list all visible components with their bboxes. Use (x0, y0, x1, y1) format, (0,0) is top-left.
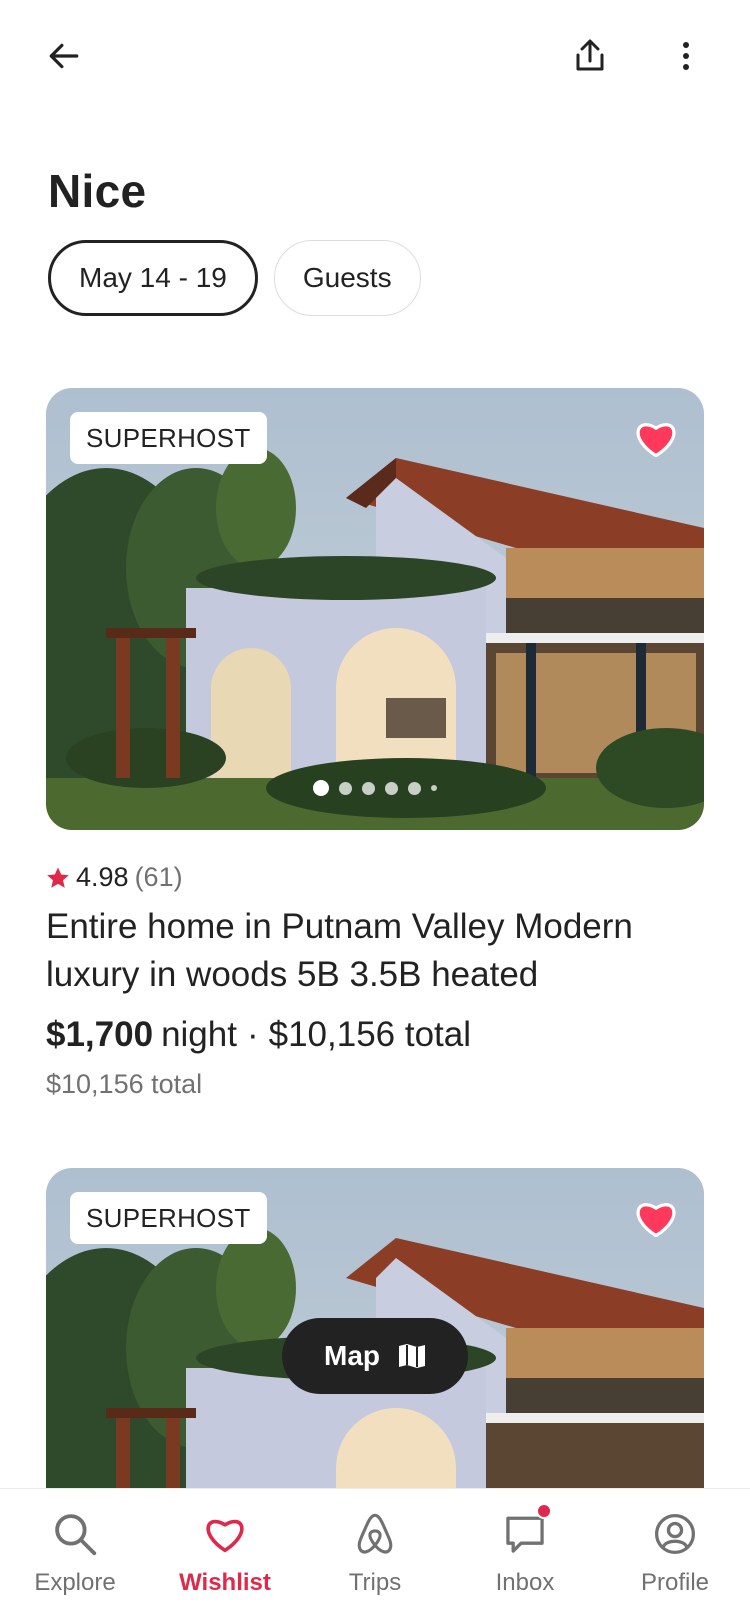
wishlist-heart-button[interactable] (632, 1194, 680, 1242)
arrow-left-icon (49, 43, 79, 69)
star-icon (46, 866, 70, 890)
rating-value: 4.98 (76, 862, 129, 892)
map-button[interactable]: Map (282, 1318, 468, 1394)
notification-dot (536, 1503, 552, 1519)
search-icon (55, 1514, 97, 1556)
bottom-tab-bar: Explore Wishlist Trips Inbox Profile (0, 1488, 750, 1624)
rating-row: 4.98 (61) (46, 862, 704, 893)
page-title: Nice (48, 165, 147, 217)
map-icon (399, 1344, 425, 1368)
tab-label: Inbox (495, 1569, 555, 1596)
tab-label: Explore (34, 1569, 116, 1596)
filter-chips: May 14 - 19 Guests (48, 240, 421, 316)
heart-icon (206, 1519, 244, 1553)
pagination-dot (431, 785, 437, 791)
price-unit: night (161, 1015, 237, 1054)
more-vertical-icon (683, 42, 689, 70)
price-row: $1,700 night · $10,156 total (46, 1015, 704, 1055)
heart-filled-icon (636, 423, 676, 457)
dates-filter-chip[interactable]: May 14 - 19 (48, 240, 258, 316)
wishlist-heart-button[interactable] (632, 414, 680, 462)
nightly-price: $1,700 (46, 1015, 154, 1054)
pagination-dot (385, 781, 398, 795)
total-price-subtext: $10,156 total (46, 1069, 203, 1099)
listing-title: Entire home in Putnam Valley Modern luxu… (46, 907, 633, 994)
guests-filter-chip[interactable]: Guests (273, 240, 421, 316)
share-icon (576, 39, 604, 71)
photo-pagination (46, 780, 704, 796)
map-button-label: Map (324, 1340, 380, 1371)
message-icon (506, 1516, 544, 1553)
tab-label: Trips (348, 1569, 402, 1596)
heart-filled-icon (636, 1203, 676, 1237)
tab-label: Wishlist (179, 1569, 271, 1596)
tab-explore[interactable]: Explore (0, 1489, 150, 1624)
tab-wishlist[interactable]: Wishlist (150, 1489, 300, 1624)
pagination-dot (339, 781, 352, 795)
review-count: (61) (134, 862, 183, 892)
pagination-dot (313, 780, 329, 796)
tab-label: Profile (640, 1569, 710, 1596)
superhost-badge: SUPERHOST (70, 412, 267, 464)
pagination-dot (362, 781, 375, 795)
tab-inbox[interactable]: Inbox (450, 1489, 600, 1624)
share-button[interactable] (566, 32, 614, 80)
listing-card[interactable]: SUPERHOST 4.98 (61) Entire home in Putna… (46, 388, 704, 1100)
back-button[interactable] (40, 32, 88, 80)
top-bar (0, 0, 750, 112)
tab-trips[interactable]: Trips (300, 1489, 450, 1624)
superhost-badge: SUPERHOST (70, 1192, 267, 1244)
airbnb-logo-icon (357, 1513, 393, 1554)
more-options-button[interactable] (662, 32, 710, 80)
profile-icon (654, 1513, 696, 1555)
price-separator: · (246, 1015, 259, 1054)
total-price: $10,156 total (268, 1015, 472, 1054)
tab-profile[interactable]: Profile (600, 1489, 750, 1624)
listing-photo[interactable]: SUPERHOST (46, 388, 704, 830)
pagination-dot (408, 781, 421, 795)
